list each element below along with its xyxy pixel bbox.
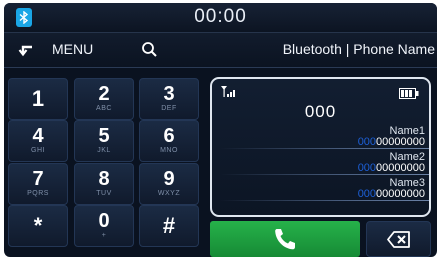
menu-button[interactable]: MENU [52, 41, 93, 57]
backspace-icon [387, 231, 410, 248]
search-icon[interactable] [141, 41, 159, 59]
key-letters: MNO [160, 147, 178, 154]
contact-suggestion[interactable]: Name3 00000000000 [212, 177, 429, 201]
key-digit: * [33, 213, 43, 238]
key-letters: + [101, 232, 107, 239]
phone-call-icon [275, 229, 295, 250]
key-8[interactable]: 8 TUV [74, 163, 134, 205]
key-letters: ABC [96, 105, 112, 112]
contact-number: 00000000000 [358, 162, 425, 174]
number-rest: 00000000 [376, 162, 425, 174]
back-arrow-icon[interactable] [16, 39, 38, 61]
number-match-highlight: 000 [357, 162, 377, 174]
key-digit: 9 [163, 168, 175, 190]
key-digit: # [162, 213, 176, 238]
key-digit: 2 [98, 83, 110, 105]
divider [220, 148, 429, 149]
divider [220, 200, 429, 201]
key-digit: 7 [32, 168, 44, 190]
key-digit: 6 [163, 125, 175, 147]
key-4[interactable]: 4 GHI [8, 120, 68, 162]
toolbar: MENU Bluetooth | Phone Name [4, 33, 437, 68]
dial-display-panel: 000 Name1 00000000000 Name2 00000000000 Name… [210, 77, 431, 217]
clock: 00:00 [194, 6, 247, 27]
key-digit: 3 [163, 83, 175, 105]
key-star[interactable]: * [8, 205, 68, 247]
key-letters: TUV [96, 190, 112, 197]
number-match-highlight: 000 [357, 188, 377, 200]
contact-suggestion[interactable]: Name1 00000000000 [212, 125, 429, 149]
key-0[interactable]: 0 + [74, 205, 134, 247]
number-rest: 00000000 [376, 136, 425, 148]
key-2[interactable]: 2 ABC [74, 78, 134, 120]
key-letters: GHI [31, 147, 45, 154]
contact-number: 00000000000 [358, 136, 425, 148]
key-digit: 5 [98, 125, 110, 147]
divider [220, 174, 429, 175]
key-5[interactable]: 5 JKL [74, 120, 134, 162]
key-6[interactable]: 6 MNO [139, 120, 199, 162]
key-letters: DEF [161, 105, 177, 112]
key-letters: WXYZ [157, 190, 181, 197]
key-letters: PQRS [27, 190, 49, 197]
signal-strength-icon [221, 85, 237, 99]
key-digit: 0 [98, 210, 110, 232]
dialed-number: 000 [304, 102, 337, 121]
delete-button[interactable] [366, 221, 431, 257]
call-button[interactable] [210, 221, 360, 257]
contact-number: 00000000000 [358, 188, 425, 200]
status-bar: 00:00 [4, 3, 437, 33]
battery-icon [399, 86, 419, 99]
key-hash[interactable]: # [139, 205, 199, 247]
key-digit: 8 [98, 168, 110, 190]
number-rest: 00000000 [376, 188, 425, 200]
key-9[interactable]: 9 WXYZ [139, 163, 199, 205]
contact-suggestion[interactable]: Name2 00000000000 [212, 151, 429, 175]
key-7[interactable]: 7 PQRS [8, 163, 68, 205]
key-digit: 4 [32, 125, 44, 147]
key-letters: JKL [97, 147, 111, 154]
key-3[interactable]: 3 DEF [139, 78, 199, 120]
bluetooth-device-title: Bluetooth | Phone Name [282, 41, 435, 57]
key-1[interactable]: 1 [8, 78, 68, 120]
number-match-highlight: 000 [357, 136, 377, 148]
phone-dialer-screen: 00:00 MENU Bluetooth | Phone Name 1 2 ABC 3… [4, 3, 437, 257]
key-digit: 1 [31, 86, 45, 111]
